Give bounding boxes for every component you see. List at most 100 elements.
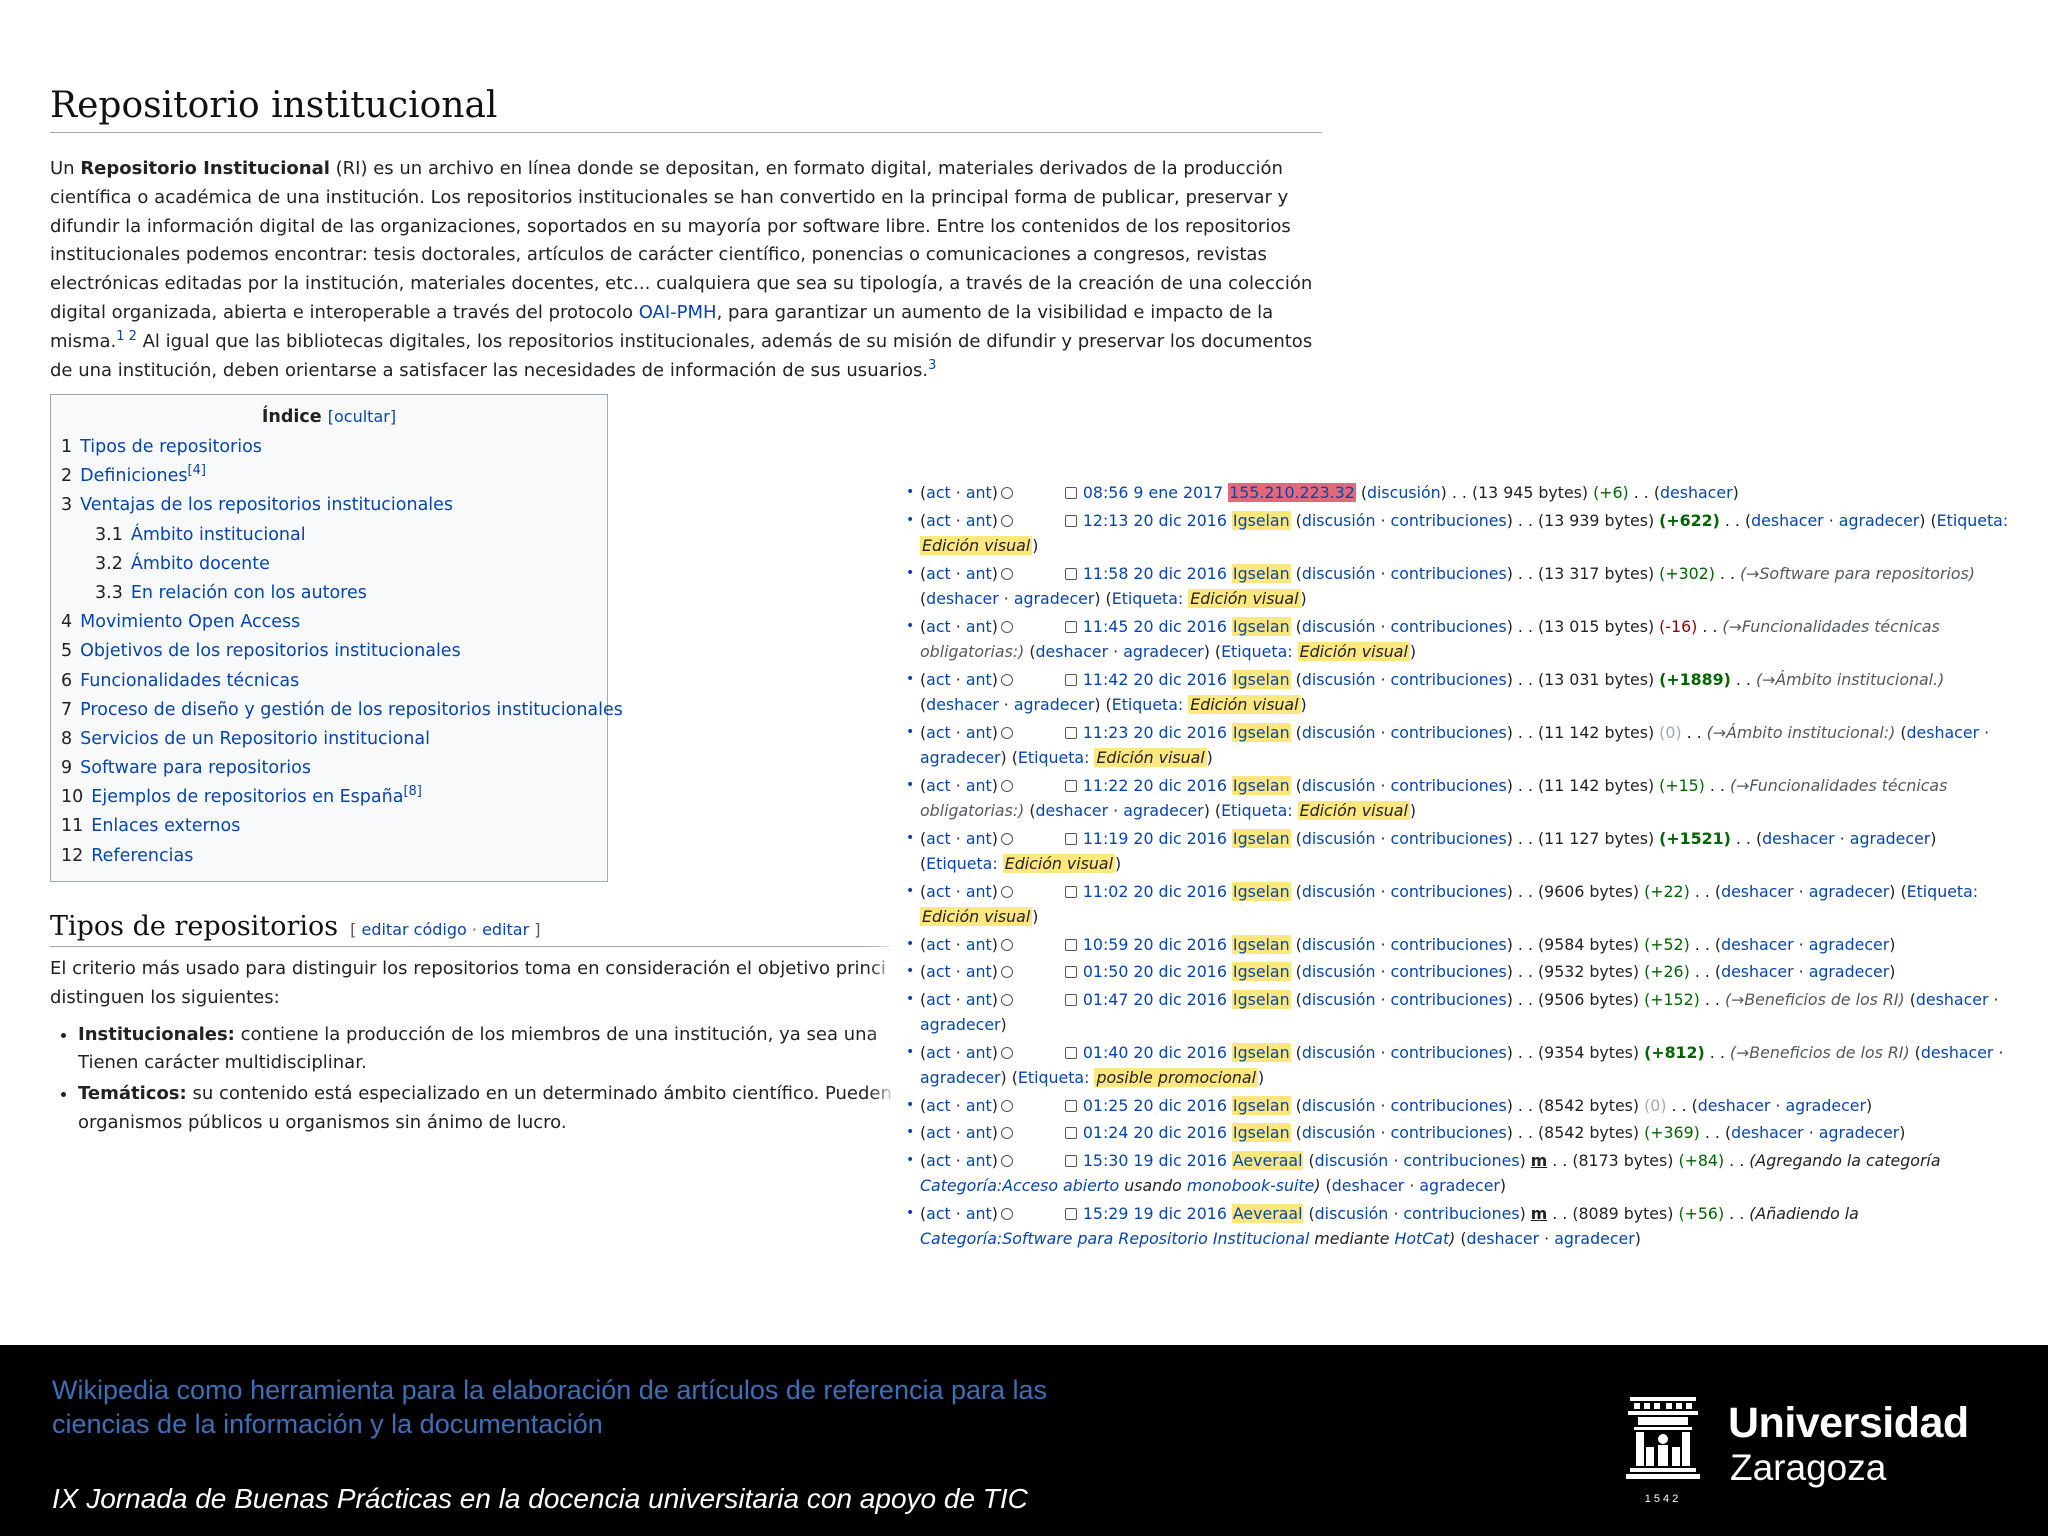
user-talk-link[interactable]: discusión (1302, 1043, 1376, 1062)
toc-item-link[interactable]: Proceso de diseño y gestión de los repos… (80, 700, 623, 720)
revision-timestamp-link[interactable]: 01:40 20 dic 2016 (1083, 1043, 1227, 1062)
diff-current-link[interactable]: act (926, 1123, 951, 1142)
diff-current-link[interactable]: act (926, 990, 951, 1009)
revision-user-link[interactable]: Igselan (1231, 1042, 1291, 1062)
select-checkbox[interactable] (1064, 832, 1077, 845)
user-talk-link[interactable]: discusión (1302, 670, 1376, 689)
toc-item-link[interactable]: Referencias (91, 846, 193, 866)
select-checkbox[interactable] (1064, 726, 1077, 739)
toc-item-link[interactable]: Movimiento Open Access (80, 612, 300, 632)
select-checkbox[interactable] (1064, 1046, 1077, 1059)
toc-item-link[interactable]: Funcionalidades técnicas (80, 671, 299, 691)
user-talk-link[interactable]: discusión (1315, 1151, 1389, 1170)
toc-item-link[interactable]: Ventajas de los repositorios institucion… (80, 495, 453, 515)
revision-user-link[interactable]: Igselan (1231, 775, 1291, 795)
diff-previous-link[interactable]: ant (966, 723, 992, 742)
edit-link[interactable]: editar (482, 920, 529, 939)
toc-item[interactable]: 6 Funcionalidades técnicas (61, 667, 607, 696)
user-contribs-link[interactable]: contribuciones (1391, 511, 1507, 530)
select-checkbox[interactable] (1064, 1099, 1077, 1112)
undo-link[interactable]: deshacer (1916, 990, 1989, 1009)
toc-item-link[interactable]: Tipos de repositorios (80, 437, 262, 457)
summary-link[interactable]: HotCat (1395, 1229, 1450, 1248)
thank-link[interactable]: agradecer (1809, 962, 1890, 981)
user-contribs-link[interactable]: contribuciones (1391, 564, 1507, 583)
diff-previous-link[interactable]: ant (966, 1123, 992, 1142)
select-checkbox[interactable] (1064, 514, 1077, 527)
revision-user-link[interactable]: Igselan (1231, 934, 1291, 954)
diff-current-link[interactable]: act (926, 670, 951, 689)
select-checkbox[interactable] (1064, 487, 1077, 499)
revision-user-link[interactable]: Igselan (1231, 989, 1291, 1009)
revision-user-link[interactable]: Igselan (1231, 563, 1291, 583)
compare-radio[interactable] (1000, 1099, 1013, 1112)
summary-link[interactable]: Categoría:Acceso abierto (920, 1176, 1119, 1195)
compare-radio[interactable] (1000, 1154, 1013, 1167)
revision-user-link[interactable]: Igselan (1231, 828, 1291, 848)
toc-item[interactable]: 3.1 Ámbito institucional (61, 521, 607, 550)
toc-item-link[interactable]: Ejemplos de repositorios en España (91, 787, 403, 807)
user-talk-link[interactable]: discusión (1367, 483, 1441, 502)
thank-link[interactable]: agradecer (1809, 935, 1890, 954)
revision-timestamp-link[interactable]: 12:13 20 dic 2016 (1083, 511, 1227, 530)
diff-previous-link[interactable]: ant (966, 882, 992, 901)
thank-link[interactable]: agradecer (1850, 829, 1931, 848)
revision-user-link[interactable]: Igselan (1231, 962, 1291, 981)
revision-user-link[interactable]: Igselan (1231, 1123, 1291, 1142)
compare-radio[interactable] (1000, 779, 1013, 792)
diff-current-link[interactable]: act (926, 829, 951, 848)
undo-link[interactable]: deshacer (926, 589, 999, 608)
diff-previous-link[interactable]: ant (966, 829, 992, 848)
reference-link[interactable]: 1 2 (116, 329, 137, 344)
revision-timestamp-link[interactable]: 01:24 20 dic 2016 (1083, 1123, 1227, 1142)
toc-item[interactable]: 2 Definiciones[4] (61, 462, 607, 491)
toc-item-link[interactable]: Definiciones (80, 466, 187, 486)
diff-current-link[interactable]: act (926, 1096, 951, 1115)
user-talk-link[interactable]: discusión (1302, 617, 1376, 636)
user-contribs-link[interactable]: contribuciones (1391, 776, 1507, 795)
toc-item-link[interactable]: Software para repositorios (80, 758, 311, 778)
select-checkbox[interactable] (1064, 567, 1077, 580)
thank-link[interactable]: agradecer (1014, 695, 1095, 714)
select-checkbox[interactable] (1064, 1127, 1077, 1139)
undo-link[interactable]: deshacer (1467, 1229, 1540, 1248)
tag-label-link[interactable]: Etiqueta: (1112, 695, 1184, 714)
select-checkbox[interactable] (1064, 966, 1077, 978)
user-contribs-link[interactable]: contribuciones (1391, 962, 1507, 981)
toc-item[interactable]: 9 Software para repositorios (61, 754, 607, 783)
tag-label-link[interactable]: Etiqueta: (1907, 882, 1979, 901)
thank-link[interactable]: agradecer (1419, 1176, 1500, 1195)
diff-previous-link[interactable]: ant (966, 1043, 992, 1062)
diff-current-link[interactable]: act (926, 776, 951, 795)
undo-link[interactable]: deshacer (1721, 882, 1794, 901)
thank-link[interactable]: agradecer (920, 1068, 1001, 1087)
revision-timestamp-link[interactable]: 11:23 20 dic 2016 (1083, 723, 1227, 742)
tag-label-link[interactable]: Etiqueta: (1221, 642, 1293, 661)
revision-user-link[interactable]: Aeveraal (1231, 1150, 1304, 1170)
toc-item[interactable]: 4 Movimiento Open Access (61, 608, 607, 637)
compare-radio[interactable] (1000, 567, 1013, 580)
thank-link[interactable]: agradecer (1785, 1096, 1866, 1115)
select-checkbox[interactable] (1064, 938, 1077, 951)
user-talk-link[interactable]: discusión (1302, 564, 1376, 583)
diff-current-link[interactable]: act (926, 564, 951, 583)
toc-item[interactable]: 3 Ventajas de los repositorios institucio… (61, 491, 607, 520)
diff-current-link[interactable]: act (926, 1204, 951, 1223)
undo-link[interactable]: deshacer (926, 695, 999, 714)
toc-item[interactable]: 1 Tipos de repositorios (61, 433, 607, 462)
toc-item[interactable]: 8 Servicios de un Repositorio institucion… (61, 725, 607, 754)
thank-link[interactable]: agradecer (1554, 1229, 1635, 1248)
user-talk-link[interactable]: discusión (1302, 990, 1376, 1009)
compare-radio[interactable] (1000, 993, 1013, 1006)
revision-timestamp-link[interactable]: 15:30 19 dic 2016 (1083, 1151, 1227, 1170)
thank-link[interactable]: agradecer (1819, 1123, 1900, 1142)
diff-previous-link[interactable]: ant (966, 1204, 992, 1223)
diff-current-link[interactable]: act (926, 935, 951, 954)
reference-link[interactable]: [4] (188, 463, 206, 478)
revision-timestamp-link[interactable]: 08:56 9 ene 2017 (1083, 483, 1223, 502)
revision-timestamp-link[interactable]: 11:58 20 dic 2016 (1083, 564, 1227, 583)
user-talk-link[interactable]: discusión (1302, 829, 1376, 848)
user-contribs-link[interactable]: contribuciones (1391, 670, 1507, 689)
edit-code-link[interactable]: editar código (361, 920, 466, 939)
diff-current-link[interactable]: act (926, 723, 951, 742)
